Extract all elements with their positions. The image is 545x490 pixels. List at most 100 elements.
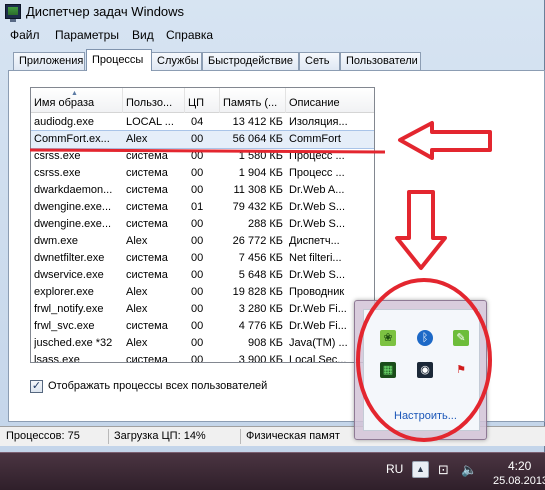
- cell-memory: 19 828 КБ: [232, 286, 283, 298]
- menu-file[interactable]: Файл: [10, 28, 40, 42]
- title-bar[interactable]: Диспетчер задач Windows: [0, 0, 545, 24]
- cell-description: Dr.Web A...: [289, 184, 345, 196]
- cell-cpu: 00: [191, 252, 204, 264]
- table-row[interactable]: audiodg.exe LOCAL ... 04 13 412 КБ Изоляция.…: [31, 114, 374, 131]
- cell-memory: 4 776 КБ: [238, 320, 283, 332]
- cell-memory: 5 648 КБ: [238, 269, 283, 281]
- table-row[interactable]: dwarkdaemon... система 00 11 308 КБ Dr.Web A…: [31, 182, 374, 199]
- cell-image-name: dwarkdaemon...: [34, 184, 113, 196]
- tab-performance[interactable]: Быстродействие: [202, 52, 299, 70]
- table-row[interactable]: csrss.exe система 00 1 580 КБ Процесс ...: [31, 148, 374, 165]
- menu-view[interactable]: Вид: [132, 28, 154, 42]
- table-row[interactable]: dwnetfilter.exe система 00 7 456 КБ Net filt…: [31, 250, 374, 267]
- cell-description: Net filteri...: [289, 252, 342, 264]
- menu-options[interactable]: Параметры: [55, 28, 119, 42]
- cell-user: система: [126, 320, 168, 332]
- cell-memory: 1 904 КБ: [238, 167, 283, 179]
- cell-image-name: dwengine.exe...: [34, 201, 112, 213]
- show-hidden-icons-button[interactable]: ▲: [412, 461, 429, 478]
- cell-memory: 908 КБ: [247, 337, 283, 349]
- cell-description: Процесс ...: [289, 167, 345, 179]
- cell-user: система: [126, 184, 168, 196]
- cell-user: LOCAL ...: [126, 116, 174, 128]
- menu-help[interactable]: Справка: [166, 28, 213, 42]
- status-process-count: Процессов: 75: [6, 430, 80, 442]
- cell-image-name: csrss.exe: [34, 167, 81, 179]
- show-all-users-checkbox[interactable]: ✓: [30, 380, 43, 393]
- cell-cpu: 00: [191, 337, 204, 349]
- show-all-users-label: Отображать процессы всех пользователей: [48, 380, 268, 392]
- cell-user: система: [126, 354, 168, 363]
- cell-user: Alex: [126, 337, 148, 349]
- cell-cpu: 00: [191, 218, 204, 230]
- bluetooth-icon[interactable]: ᛒ: [417, 330, 433, 346]
- clock-date[interactable]: 25.08.2013: [493, 475, 545, 487]
- table-row[interactable]: dwservice.exe система 00 5 648 КБ Dr.Web S..…: [31, 267, 374, 284]
- process-icon[interactable]: ▦: [380, 362, 396, 378]
- cell-image-name: csrss.exe: [34, 150, 81, 162]
- table-row[interactable]: dwengine.exe... система 00 288 КБ Dr.Web S..…: [31, 216, 374, 233]
- tab-users[interactable]: Пользователи: [340, 52, 421, 70]
- tab-network[interactable]: Сеть: [299, 52, 340, 70]
- cell-description: Dr.Web S...: [289, 201, 346, 213]
- cell-description: Изоляция...: [289, 116, 348, 128]
- process-list[interactable]: ▲ Имя образа Пользо... ЦП Память (... Оп…: [30, 87, 375, 363]
- cell-description: Проводник: [289, 286, 345, 298]
- cell-user: Alex: [126, 133, 148, 145]
- list-header: ▲ Имя образа Пользо... ЦП Память (... Оп…: [31, 88, 374, 113]
- tab-applications[interactable]: Приложения: [13, 52, 85, 70]
- cell-user: система: [126, 150, 168, 162]
- cell-user: система: [126, 269, 168, 281]
- evernote-icon[interactable]: ✎: [453, 330, 469, 346]
- cell-memory: 79 432 КБ: [232, 201, 283, 213]
- cell-cpu: 04: [191, 116, 204, 128]
- cell-image-name: dwservice.exe: [34, 269, 104, 281]
- table-row[interactable]: CommFort.ex... Alex 00 56 064 КБ CommFort: [31, 130, 374, 149]
- steam-icon[interactable]: ◉: [417, 362, 433, 378]
- flag-error-icon[interactable]: ⚑: [453, 362, 469, 378]
- cell-memory: 288 КБ: [247, 218, 283, 230]
- cell-user: система: [126, 167, 168, 179]
- cell-cpu: 00: [191, 133, 204, 145]
- column-description[interactable]: Описание: [286, 88, 374, 113]
- column-cpu[interactable]: ЦП: [185, 88, 220, 113]
- table-row[interactable]: dwm.exe Alex 00 26 772 КБ Диспетч...: [31, 233, 374, 250]
- frog-icon[interactable]: ❀: [380, 330, 396, 346]
- cell-user: система: [126, 218, 168, 230]
- tab-processes[interactable]: Процессы: [86, 49, 152, 71]
- column-memory[interactable]: Память (...: [220, 88, 286, 113]
- table-row[interactable]: jusched.exe *32 Alex 00 908 КБ Java(TM) ...: [31, 335, 374, 352]
- customize-link[interactable]: Настроить...: [394, 410, 457, 422]
- table-row[interactable]: frwl_svc.exe система 00 4 776 КБ Dr.Web Fi..…: [31, 318, 374, 335]
- table-row[interactable]: dwengine.exe... система 01 79 432 КБ Dr.Web …: [31, 199, 374, 216]
- volume-icon[interactable]: 🔈: [461, 462, 477, 478]
- network-icon[interactable]: ⊡: [438, 462, 449, 478]
- status-cpu-load: Загрузка ЦП: 14%: [114, 430, 206, 442]
- menu-bar: Файл Параметры Вид Справка: [0, 25, 545, 44]
- table-row[interactable]: csrss.exe система 00 1 904 КБ Процесс ...: [31, 165, 374, 182]
- status-divider: [240, 429, 241, 444]
- table-row[interactable]: explorer.exe Alex 00 19 828 КБ Проводник: [31, 284, 374, 301]
- cell-memory: 26 772 КБ: [232, 235, 283, 247]
- cell-image-name: audiodg.exe: [34, 116, 94, 128]
- cell-description: Dr.Web S...: [289, 269, 346, 281]
- cell-cpu: 01: [191, 201, 204, 213]
- tab-services[interactable]: Службы: [151, 52, 202, 70]
- cell-cpu: 00: [191, 269, 204, 281]
- column-user[interactable]: Пользо...: [123, 88, 185, 113]
- table-row[interactable]: frwl_notify.exe Alex 00 3 280 КБ Dr.Web Fi..…: [31, 301, 374, 318]
- cell-description: Процесс ...: [289, 150, 345, 162]
- cell-memory: 7 456 КБ: [238, 252, 283, 264]
- cell-image-name: dwm.exe: [34, 235, 79, 247]
- cell-description: Диспетч...: [289, 235, 340, 247]
- language-indicator[interactable]: RU: [386, 462, 403, 476]
- clock-time[interactable]: 4:20: [508, 459, 531, 473]
- cell-image-name: dwnetfilter.exe: [34, 252, 105, 264]
- column-image-name[interactable]: Имя образа: [31, 88, 123, 113]
- cell-cpu: 00: [191, 184, 204, 196]
- tray-overflow-panel: ❀ ᛒ ✎ ▦ ◉ ⚑ Настроить...: [363, 309, 480, 431]
- cell-memory: 3 280 КБ: [238, 303, 283, 315]
- status-divider: [108, 429, 109, 444]
- cell-cpu: 00: [191, 167, 204, 179]
- table-row[interactable]: lsass.exe система 00 3 900 КБ Local Sec...: [31, 352, 374, 363]
